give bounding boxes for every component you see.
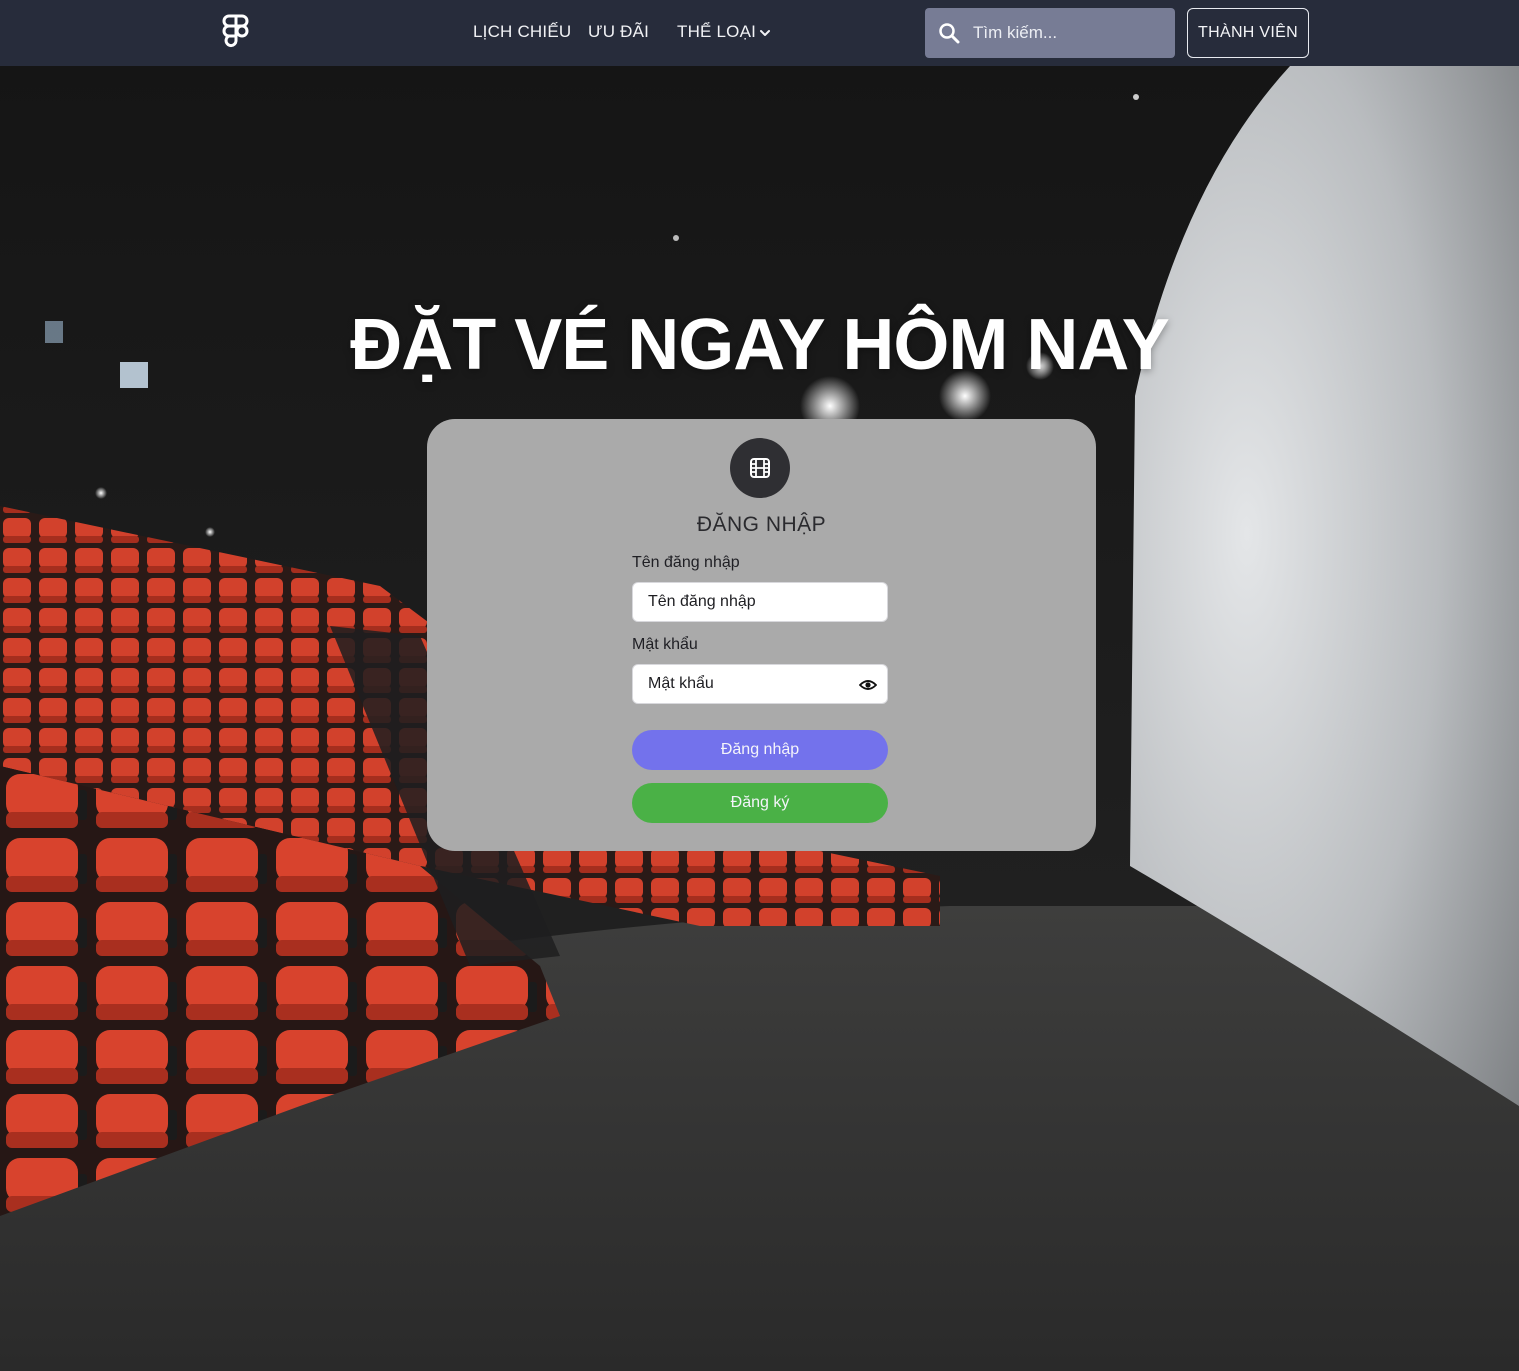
page: LỊCH CHIẾU ƯU ĐÃI THỂ LOẠI THÀNH VIÊN ĐẶ…: [0, 0, 1519, 1371]
login-card: ĐĂNG NHẬP Tên đăng nhập Mật khẩu Đăng nh…: [427, 419, 1096, 851]
eye-icon[interactable]: [859, 677, 877, 693]
film-badge: [730, 438, 790, 498]
login-button[interactable]: Đăng nhập: [632, 730, 888, 770]
member-button[interactable]: THÀNH VIÊN: [1187, 8, 1309, 58]
figma-logo-icon[interactable]: [221, 14, 251, 52]
password-field: [632, 664, 888, 704]
top-navbar: LỊCH CHIẾU ƯU ĐÃI THỂ LOẠI THÀNH VIÊN: [0, 0, 1519, 66]
chevron-down-icon[interactable]: [758, 26, 772, 40]
nav-link-genres[interactable]: THỂ LOẠI: [677, 22, 756, 42]
register-button[interactable]: Đăng ký: [632, 783, 888, 823]
search-box: [925, 8, 1175, 58]
search-input[interactable]: [973, 8, 1168, 58]
search-icon[interactable]: [938, 22, 960, 44]
nav-link-showtimes[interactable]: LỊCH CHIẾU: [473, 22, 571, 42]
hero-headline: ĐẶT VÉ NGAY HÔM NAY: [350, 305, 1170, 385]
username-label: Tên đăng nhập: [632, 554, 740, 571]
password-label: Mật khẩu: [632, 636, 698, 653]
nav-link-promotions[interactable]: ƯU ĐÃI: [588, 22, 649, 42]
password-input[interactable]: [648, 665, 858, 703]
login-title: ĐĂNG NHẬP: [696, 513, 827, 536]
username-input[interactable]: [648, 583, 858, 621]
username-field: [632, 582, 888, 622]
film-icon: [750, 458, 770, 478]
